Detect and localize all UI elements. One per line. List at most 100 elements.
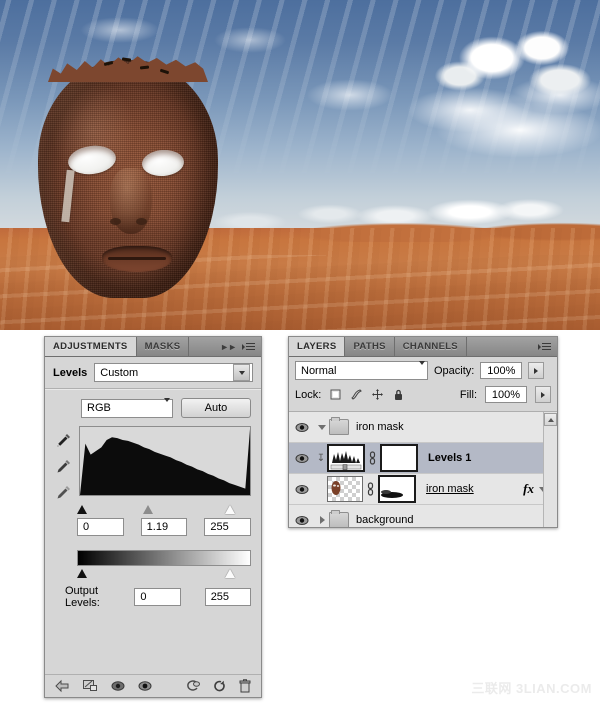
preview-eye-icon[interactable]	[138, 680, 152, 692]
layer-mask-thumbnail[interactable]	[380, 444, 418, 472]
output-shadow-handle[interactable]	[77, 569, 87, 578]
histogram-plot	[80, 429, 250, 495]
fill-label: Fill:	[459, 388, 477, 401]
return-to-adjustment-list-icon[interactable]	[55, 679, 70, 693]
input-levels-fields: 0 1.19 255	[45, 515, 261, 536]
levels-histogram	[79, 426, 251, 496]
midtone-input-handle[interactable]	[143, 505, 153, 514]
opacity-field[interactable]: 100%	[480, 362, 523, 379]
chevron-down-icon[interactable]	[164, 398, 170, 414]
channel-row: RGB Auto	[45, 390, 261, 424]
panel-menu-icon[interactable]	[242, 342, 255, 352]
tab-adjustments[interactable]: ADJUSTMENTS	[45, 337, 137, 356]
midtone-input-field[interactable]: 1.19	[140, 518, 188, 536]
toggle-layer-visibility-icon[interactable]	[111, 680, 125, 692]
link-mask-icon[interactable]	[368, 451, 377, 465]
levels-label: Levels	[53, 366, 88, 379]
watermark-cn: 三联网	[471, 682, 512, 697]
highlight-input-field[interactable]: 255	[204, 518, 252, 536]
highlight-input-handle[interactable]	[225, 505, 235, 514]
lock-all-icon[interactable]	[392, 388, 405, 401]
tab-masks[interactable]: MASKS	[136, 337, 190, 356]
adjustments-tab-icons: ►►	[214, 337, 261, 356]
clip-to-layer-icon[interactable]	[83, 679, 98, 693]
delete-adjustment-layer-icon[interactable]	[239, 679, 251, 693]
gray-point-eyedropper[interactable]	[55, 458, 72, 475]
document-canvas	[0, 0, 600, 330]
layer-name[interactable]: iron mask	[356, 421, 404, 433]
table-row[interactable]: iron mask	[289, 412, 557, 443]
lock-position-icon[interactable]	[371, 388, 384, 401]
mask-right-nostril	[136, 218, 147, 225]
table-row[interactable]: ↧ Levels 1	[289, 443, 557, 474]
tab-channels[interactable]: CHANNELS	[394, 337, 467, 356]
chevron-down-icon[interactable]	[233, 364, 250, 381]
channel-combobox[interactable]: RGB	[81, 398, 173, 418]
reset-adjustment-icon[interactable]	[213, 680, 226, 693]
layer-name[interactable]: background	[356, 514, 414, 526]
eye-icon	[295, 484, 309, 494]
fill-stepper[interactable]	[535, 386, 551, 403]
iron-mask-transparent-thumbnail[interactable]	[327, 476, 363, 502]
double-chevron-right-icon[interactable]: ►►	[220, 342, 237, 352]
output-max-field[interactable]: 255	[204, 588, 251, 606]
output-gradient-bar	[77, 550, 251, 566]
tabbar-filler	[189, 337, 215, 356]
fill-field[interactable]: 100%	[485, 386, 527, 403]
painted-layer-mask-thumbnail[interactable]	[378, 475, 416, 503]
preset-combobox[interactable]: Custom	[94, 363, 253, 382]
black-point-eyedropper[interactable]	[55, 432, 72, 449]
eye-icon	[295, 453, 309, 463]
shadow-input-handle[interactable]	[77, 505, 87, 514]
adjustments-tabbar: ADJUSTMENTS MASKS ►►	[45, 337, 261, 357]
layer-visibility-toggle[interactable]	[289, 484, 315, 495]
levels-histogram-thumbnail[interactable]	[327, 444, 365, 472]
eye-icon	[295, 422, 309, 432]
panel-menu-icon[interactable]	[538, 342, 551, 352]
view-previous-state-icon[interactable]	[185, 680, 200, 692]
layers-scrollbar[interactable]	[543, 412, 557, 527]
opacity-stepper[interactable]	[528, 362, 545, 379]
layer-visibility-toggle[interactable]	[289, 422, 315, 433]
blend-mode-combobox[interactable]: Normal	[295, 360, 428, 380]
group-expand-toggle[interactable]	[315, 516, 329, 524]
input-levels-slider	[77, 502, 251, 515]
tab-layers[interactable]: LAYERS	[289, 337, 346, 356]
lock-image-pixels-icon[interactable]	[350, 388, 363, 401]
layer-name[interactable]: iron mask	[426, 483, 474, 495]
auto-button[interactable]: Auto	[181, 398, 251, 418]
white-point-eyedropper[interactable]	[55, 484, 72, 501]
watermark: 三联网 3LIAN.COM	[471, 678, 592, 697]
histogram-area	[45, 424, 261, 501]
layer-list[interactable]: iron mask ↧ Levels 1 iron mask fx backgr…	[289, 411, 557, 527]
output-min-field[interactable]: 0	[134, 588, 181, 606]
link-mask-icon[interactable]	[366, 482, 375, 496]
blend-opacity-row: Normal Opacity: 100%	[289, 357, 557, 384]
tab-paths[interactable]: PATHS	[345, 337, 395, 356]
scroll-up-button[interactable]	[544, 413, 557, 426]
layer-visibility-toggle[interactable]	[289, 515, 315, 526]
table-row[interactable]: background	[289, 505, 557, 527]
mask-torn-edge	[48, 56, 208, 82]
group-expand-toggle[interactable]	[315, 424, 329, 430]
layer-name[interactable]: Levels 1	[428, 452, 471, 464]
fx-icon[interactable]: fx	[523, 481, 534, 497]
layer-visibility-toggle[interactable]	[289, 453, 315, 464]
output-highlight-handle[interactable]	[225, 569, 235, 578]
adjustments-footer	[45, 674, 261, 697]
output-levels-label: Output Levels:	[65, 585, 100, 609]
tabbar-filler	[466, 337, 532, 356]
chevron-down-icon[interactable]	[419, 360, 425, 377]
clipping-indent-icon: ↧	[316, 452, 326, 464]
channel-value: RGB	[87, 402, 111, 414]
layers-tab-icons	[532, 337, 557, 356]
shadow-input-field[interactable]: 0	[77, 518, 124, 536]
table-row[interactable]: iron mask fx	[289, 474, 557, 505]
lock-row: Lock: Fill: 100%	[289, 384, 557, 407]
lock-transparent-pixels-icon[interactable]	[329, 388, 342, 401]
opacity-label: Opacity:	[434, 364, 475, 377]
eye-icon	[295, 515, 309, 525]
output-levels-row: Output Levels: 0 255	[45, 579, 261, 609]
layers-tabbar: LAYERS PATHS CHANNELS	[289, 337, 557, 357]
folder-icon	[329, 510, 349, 527]
